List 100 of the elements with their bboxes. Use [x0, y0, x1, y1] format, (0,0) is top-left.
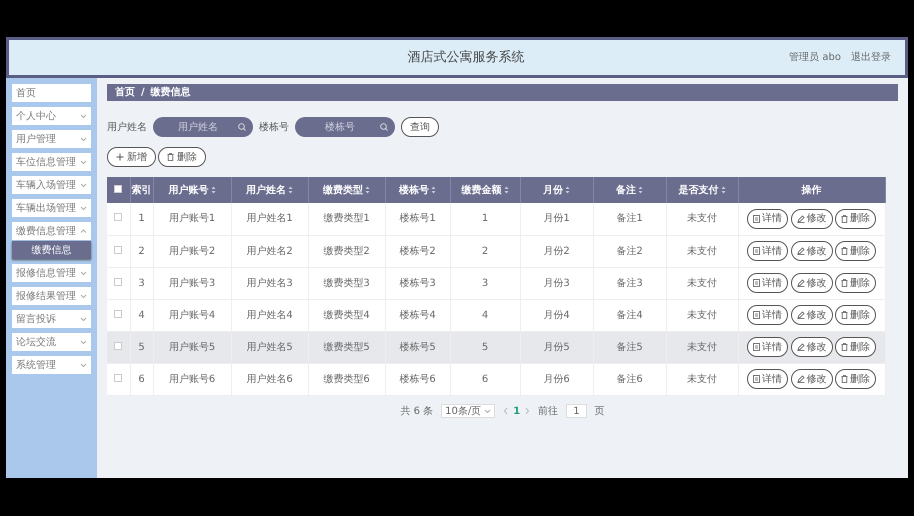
table-cell: 6 [450, 363, 520, 395]
row-checkbox[interactable] [114, 213, 122, 222]
sidebar-item[interactable]: 首页 [12, 84, 91, 102]
row-checkbox[interactable] [114, 278, 122, 286]
column-header[interactable]: 楼栋号 [385, 177, 450, 203]
detail-button[interactable]: 详情 [747, 337, 788, 357]
document-icon [753, 247, 760, 255]
trash-icon [841, 279, 848, 287]
edit-button[interactable]: 修改 [790, 369, 832, 389]
sidebar-item[interactable]: 个人中心 [12, 107, 91, 125]
delete-button[interactable]: 删除 [158, 147, 206, 167]
sidebar-item[interactable]: 论坛交流 [12, 333, 91, 351]
row-checkbox[interactable] [114, 342, 122, 350]
column-header[interactable]: 备注 [593, 177, 666, 203]
table-cell: 缴费类型5 [308, 331, 385, 363]
sidebar-item[interactable]: 报修信息管理 [12, 264, 91, 282]
table-cell: 备注3 [593, 267, 666, 299]
table-cell: 用户姓名2 [231, 235, 308, 267]
sidebar-item[interactable]: 用户管理 [12, 130, 91, 148]
column-header[interactable]: 用户姓名 [231, 177, 308, 203]
chevron-down-icon [80, 113, 87, 119]
sidebar-item[interactable]: 车辆入场管理 [12, 176, 91, 194]
edit-button[interactable]: 修改 [790, 208, 832, 229]
table-cell: 1 [450, 203, 520, 235]
table-cell: 4 [450, 299, 520, 331]
detail-button[interactable]: 详情 [747, 241, 788, 261]
sidebar-item-label: 报修信息管理 [16, 266, 76, 280]
column-header[interactable]: 缴费类型 [308, 177, 385, 203]
delete-button[interactable]: 删除 [835, 273, 876, 293]
select-all-checkbox[interactable] [114, 184, 122, 192]
delete-button[interactable]: 删除 [835, 208, 876, 229]
row-checkbox[interactable] [114, 246, 122, 254]
goto-page-field[interactable]: 1 [566, 404, 587, 418]
edit-button[interactable]: 修改 [790, 337, 832, 357]
page-size-select[interactable]: 10条/页 [441, 404, 496, 418]
table-cell: 楼栋号2 [385, 235, 450, 267]
add-button[interactable]: 新增 [107, 147, 156, 167]
delete-button[interactable]: 删除 [835, 305, 876, 325]
sort-icon [431, 186, 436, 194]
document-icon [753, 311, 760, 319]
edit-button[interactable]: 修改 [790, 305, 832, 325]
detail-button[interactable]: 详情 [747, 369, 788, 389]
table-cell: 未支付 [666, 363, 738, 395]
sidebar-item-label: 报修结果管理 [16, 290, 76, 304]
document-icon [753, 343, 760, 351]
table-cell: 用户账号1 [153, 203, 231, 235]
table-cell: 用户姓名1 [231, 203, 308, 235]
table-cell: 用户姓名4 [231, 299, 308, 331]
search-button[interactable]: 查询 [401, 117, 439, 137]
delete-button[interactable]: 删除 [835, 337, 876, 357]
table-cell: 楼栋号3 [385, 267, 450, 299]
pencil-icon [796, 375, 804, 383]
row-checkbox[interactable] [114, 374, 122, 382]
sidebar-item[interactable]: 系统管理 [12, 356, 91, 374]
table-cell: 5 [130, 331, 153, 363]
prev-page-button[interactable] [503, 407, 508, 415]
chevron-down-icon [80, 270, 87, 276]
page-number[interactable]: 1 [513, 404, 520, 418]
table-cell: 3 [450, 267, 520, 299]
row-checkbox[interactable] [114, 310, 122, 318]
sidebar-item[interactable]: 报修结果管理 [12, 287, 91, 305]
edit-button[interactable]: 修改 [790, 273, 832, 293]
search-field[interactable]: 楼栋号 [295, 117, 395, 137]
detail-button[interactable]: 详情 [747, 305, 788, 325]
breadcrumb-item[interactable]: 首页 [115, 85, 135, 100]
detail-button[interactable]: 详情 [747, 208, 788, 229]
table-cell: 5 [450, 331, 520, 363]
column-header[interactable]: 用户账号 [153, 177, 231, 203]
pencil-icon [796, 311, 804, 319]
sidebar-item[interactable]: 留言投诉 [12, 310, 91, 328]
table-cell: 未支付 [666, 299, 738, 331]
column-header[interactable]: 是否支付 [666, 177, 738, 203]
logout-link[interactable]: 退出登录 [851, 50, 891, 65]
next-page-button[interactable] [525, 407, 530, 415]
delete-button[interactable]: 删除 [835, 369, 876, 389]
table-cell: 用户姓名3 [231, 267, 308, 299]
table-cell: 用户账号2 [153, 235, 231, 267]
table-cell: 未支付 [666, 267, 738, 299]
column-header[interactable]: 月份 [520, 177, 593, 203]
table-cell: 用户姓名6 [231, 363, 308, 395]
delete-button[interactable]: 删除 [835, 241, 876, 261]
sidebar-item[interactable]: 车位信息管理 [12, 153, 91, 171]
search-field[interactable]: 用户姓名 [153, 117, 253, 137]
table-cell: 3 [130, 267, 153, 299]
document-icon [753, 214, 760, 223]
sidebar-item-label: 车位信息管理 [16, 156, 76, 170]
detail-button[interactable]: 详情 [747, 273, 788, 293]
column-header[interactable]: 缴费金额 [450, 177, 520, 203]
sidebar-subitem[interactable]: 缴费信息 [12, 241, 91, 259]
edit-button[interactable]: 修改 [790, 241, 832, 261]
sort-icon [638, 186, 644, 194]
table-cell: 楼栋号5 [385, 331, 450, 363]
table-cell: 缴费类型4 [308, 299, 385, 331]
chevron-right-icon [525, 407, 530, 415]
table-cell: 月份6 [520, 363, 593, 395]
table-cell: 缴费类型2 [308, 235, 385, 267]
sidebar-item[interactable]: 缴费信息管理 [12, 222, 91, 240]
table-cell: 未支付 [666, 331, 738, 363]
sidebar-item[interactable]: 车辆出场管理 [12, 199, 91, 217]
table-cell: 缴费类型1 [308, 203, 385, 235]
